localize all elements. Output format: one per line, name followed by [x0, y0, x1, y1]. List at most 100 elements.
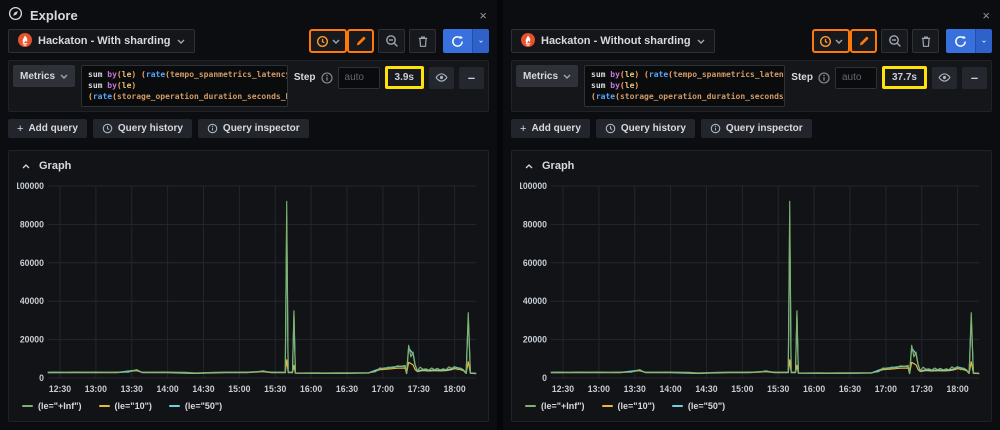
svg-text:100000: 100000 — [17, 181, 44, 191]
query-history-button[interactable]: Query history — [596, 119, 695, 138]
step-value: 3.9s — [388, 69, 421, 86]
query-inspector-button[interactable]: Query inspector — [198, 119, 309, 138]
graph-panel-title: Graph — [39, 160, 71, 172]
close-split-icon[interactable]: × — [980, 9, 992, 22]
chevron-down-icon — [177, 39, 185, 44]
promql-query-input[interactable]: sum by(le) (rate(tempo_spanmetrics_laten… — [81, 65, 288, 107]
datasource-picker[interactable]: Hackaton - With sharding — [8, 29, 195, 53]
history-icon — [102, 123, 113, 134]
metrics-dropdown-label: Metrics — [523, 71, 558, 82]
annotation-highlight-group — [309, 29, 374, 53]
svg-text:15:00: 15:00 — [228, 384, 250, 394]
query-inspector-label: Query inspector — [726, 123, 803, 134]
clear-all-button[interactable] — [409, 29, 436, 53]
time-range-picker-button[interactable] — [812, 29, 850, 53]
explore-split-view: Explore × Hackaton - With sharding — [0, 0, 1000, 430]
edit-time-button[interactable] — [347, 29, 374, 53]
chevron-down-icon — [60, 74, 68, 79]
datasource-name: Hackaton - Without sharding — [541, 35, 691, 47]
run-query-button[interactable] — [946, 29, 975, 53]
graph-panel-title: Graph — [542, 160, 574, 172]
legend-item[interactable]: (le="50") — [672, 401, 725, 411]
edit-time-button[interactable] — [850, 29, 877, 53]
query-history-label: Query history — [118, 123, 183, 134]
clock-icon — [819, 35, 832, 48]
legend-series-label: (le="+Inf") — [38, 401, 82, 411]
svg-text:80000: 80000 — [20, 219, 44, 229]
step-input[interactable] — [835, 67, 877, 89]
add-query-button[interactable]: + Add query — [511, 119, 590, 138]
metrics-dropdown[interactable]: Metrics — [516, 65, 578, 87]
pane-header: × — [511, 6, 992, 24]
step-value-annotation: 37.7s — [882, 66, 927, 89]
disable-query-button[interactable] — [932, 67, 957, 89]
run-query-button[interactable] — [443, 29, 472, 53]
step-controls: Step 3.9s – — [294, 65, 484, 89]
graph-panel: Graph 02000040000600008000010000012:3013… — [8, 150, 489, 422]
svg-text:0: 0 — [542, 373, 547, 383]
svg-text:18:00: 18:00 — [947, 384, 969, 394]
legend-item[interactable]: (le="10") — [99, 401, 152, 411]
legend-item[interactable]: (le="+Inf") — [525, 401, 585, 411]
svg-text:14:00: 14:00 — [660, 384, 682, 394]
query-inspector-button[interactable]: Query inspector — [701, 119, 812, 138]
page-title-label: Explore — [30, 8, 78, 23]
plus-icon: + — [520, 123, 526, 135]
clock-icon — [316, 35, 329, 48]
info-icon — [321, 72, 333, 84]
graph-legend: (le="+Inf") (le="10") (le="50") — [520, 401, 983, 411]
step-input[interactable] — [338, 67, 380, 89]
time-range-picker-button[interactable] — [309, 29, 347, 53]
explore-pane-left: Explore × Hackaton - With sharding — [0, 0, 497, 430]
svg-text:13:30: 13:30 — [624, 384, 646, 394]
svg-text:14:30: 14:30 — [192, 384, 214, 394]
legend-series-label: (le="10") — [115, 401, 152, 411]
chevron-down-icon — [332, 39, 340, 44]
add-query-button[interactable]: + Add query — [8, 119, 87, 138]
svg-text:20000: 20000 — [523, 334, 547, 344]
chevron-down-icon — [982, 39, 986, 44]
info-icon — [710, 123, 721, 134]
graph-panel-header[interactable]: Graph — [520, 157, 983, 175]
explore-compass-icon — [8, 6, 23, 24]
page-title: Explore — [8, 6, 78, 24]
graph-legend: (le="+Inf") (le="10") (le="50") — [17, 401, 480, 411]
svg-text:16:00: 16:00 — [300, 384, 322, 394]
query-editor: Metrics sum by(le) (rate(tempo_spanmetri… — [511, 60, 992, 112]
zoom-out-button[interactable] — [881, 29, 908, 53]
step-label: Step — [791, 72, 813, 83]
add-query-label: Add query — [28, 123, 77, 134]
legend-series-label: (le="10") — [618, 401, 655, 411]
eye-icon — [435, 72, 448, 83]
run-query-options-button[interactable] — [975, 29, 992, 53]
annotation-highlight-group — [812, 29, 877, 53]
promql-query-input[interactable]: sum by(le) (rate(tempo_spanmetrics_laten… — [584, 65, 785, 107]
graph-canvas[interactable]: 02000040000600008000010000012:3013:0013:… — [17, 178, 480, 400]
disable-query-button[interactable] — [429, 67, 454, 89]
refresh-icon — [954, 35, 967, 48]
graph-panel-header[interactable]: Graph — [17, 157, 480, 175]
remove-query-button[interactable]: – — [962, 67, 987, 89]
legend-item[interactable]: (le="50") — [169, 401, 222, 411]
legend-item[interactable]: (le="+Inf") — [22, 401, 82, 411]
clear-all-button[interactable] — [912, 29, 939, 53]
zoom-out-button[interactable] — [378, 29, 405, 53]
chevron-up-icon — [525, 164, 533, 169]
svg-text:16:00: 16:00 — [803, 384, 825, 394]
chevron-down-icon — [835, 39, 843, 44]
legend-item[interactable]: (le="10") — [602, 401, 655, 411]
close-split-icon[interactable]: × — [477, 9, 489, 22]
datasource-picker[interactable]: Hackaton - Without sharding — [511, 29, 715, 53]
toolbar — [309, 29, 489, 53]
query-history-button[interactable]: Query history — [93, 119, 192, 138]
run-query-options-button[interactable] — [472, 29, 489, 53]
graph-canvas[interactable]: 02000040000600008000010000012:3013:0013:… — [520, 178, 983, 400]
svg-text:15:30: 15:30 — [767, 384, 789, 394]
legend-series-dash — [169, 405, 180, 407]
pencil-icon — [354, 35, 367, 48]
run-query-split-button — [443, 29, 489, 53]
metrics-dropdown[interactable]: Metrics — [13, 65, 75, 87]
svg-text:80000: 80000 — [523, 219, 547, 229]
svg-text:17:30: 17:30 — [911, 384, 933, 394]
remove-query-button[interactable]: – — [459, 67, 484, 89]
